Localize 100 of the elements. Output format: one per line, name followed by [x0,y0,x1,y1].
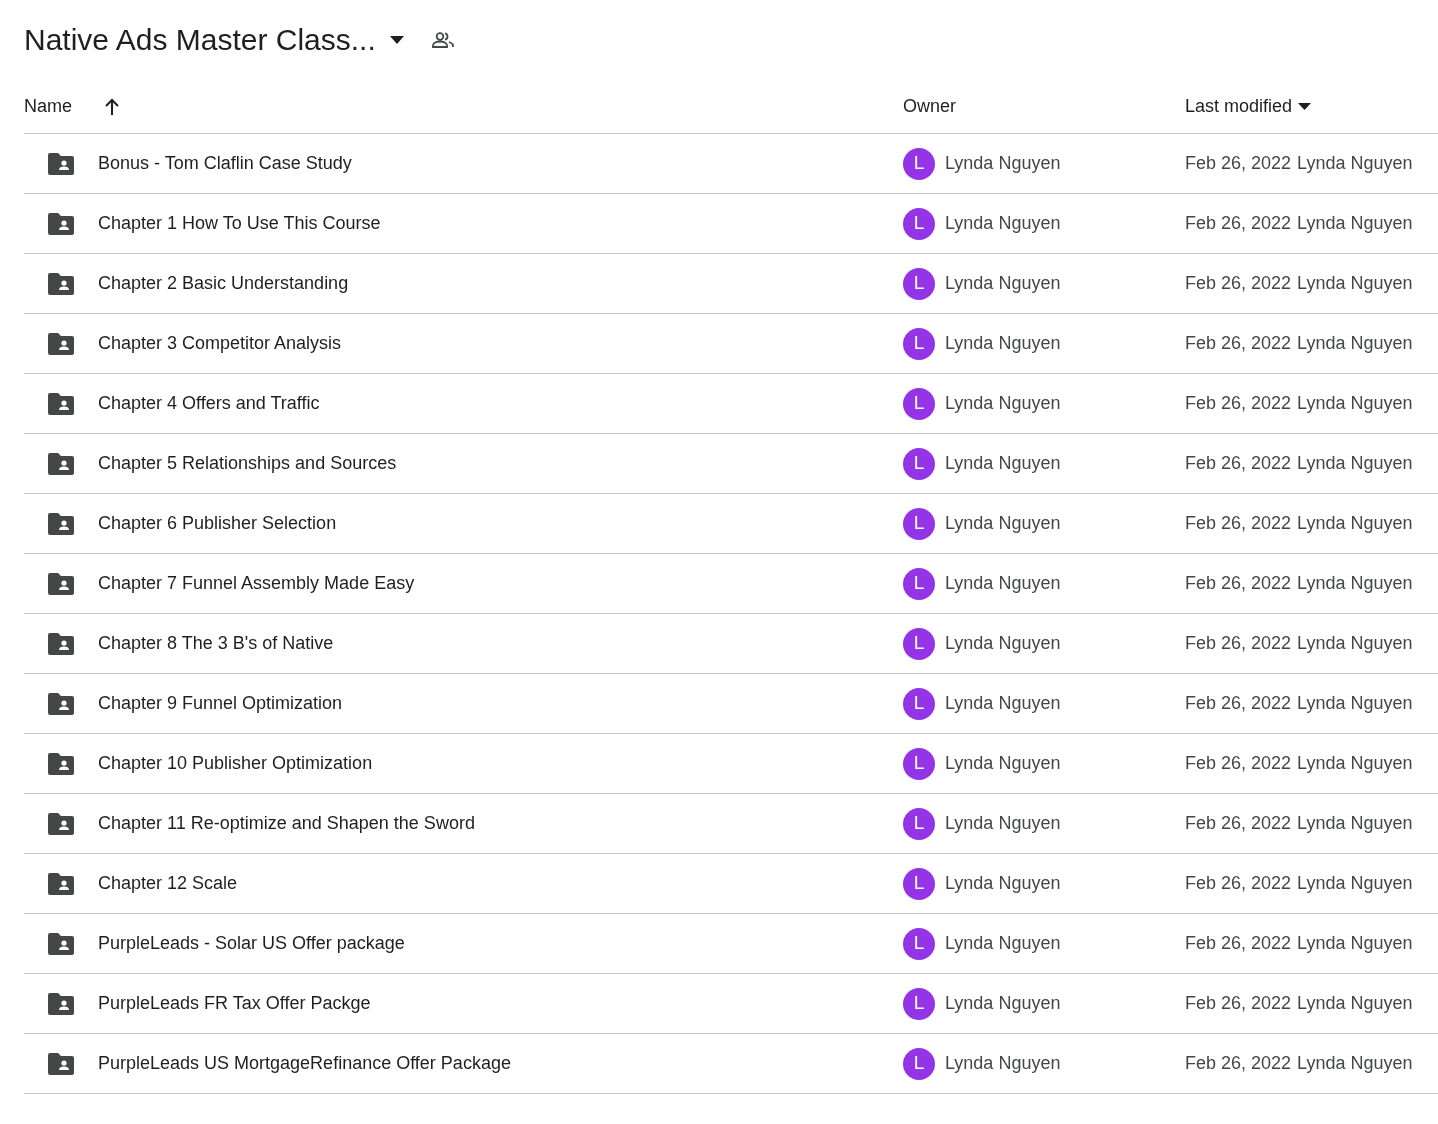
avatar: L [903,1047,935,1080]
modified-by: Lynda Nguyen [1297,752,1413,775]
modified-date: Feb 26, 2022 [1185,332,1292,355]
modified-date: Feb 26, 2022 [1185,452,1292,475]
avatar: L [903,927,935,960]
folder-name[interactable]: Chapter 6 Publisher Selection [98,510,337,537]
modified-by: Lynda Nguyen [1297,1052,1413,1075]
column-header[interactable]: Owner [903,93,956,120]
avatar: L [903,147,935,180]
avatar: L [903,747,935,780]
shared-folder-icon [48,932,74,955]
owner-name: Lynda Nguyen [945,872,1061,895]
column-header[interactable]: Last modified [1185,93,1293,120]
modified-by: Lynda Nguyen [1297,392,1413,415]
avatar: L [903,267,935,300]
folder-name[interactable]: Chapter 11 Re-optimize and Shapen the Sword [98,810,475,837]
modified-by: Lynda Nguyen [1297,512,1413,535]
owner-name: Lynda Nguyen [945,632,1061,655]
folder-title: Native Ads Master Class... [24,22,376,58]
avatar: L [903,327,935,360]
modified-by: Lynda Nguyen [1297,932,1413,955]
shared-folder-icon [48,392,74,415]
modified-date: Feb 26, 2022 [1185,152,1292,175]
owner-name: Lynda Nguyen [945,692,1061,715]
folder-name[interactable]: Bonus - Tom Claflin Case Study [98,150,352,177]
modified-date: Feb 26, 2022 [1185,632,1292,655]
avatar: L [903,207,935,240]
folder-name[interactable]: Chapter 4 Offers and Traffic [98,390,320,417]
folder-name[interactable]: Chapter 12 Scale [98,870,238,897]
owner-name: Lynda Nguyen [945,1052,1061,1075]
modified-by: Lynda Nguyen [1297,812,1413,835]
modified-by: Lynda Nguyen [1297,692,1413,715]
folder-name[interactable]: Chapter 9 Funnel Optimization [98,690,343,717]
modified-date: Feb 26, 2022 [1185,1052,1292,1075]
caret-icon[interactable] [1298,103,1312,110]
share-button[interactable] [431,32,454,48]
dropdown-button[interactable] [389,36,404,44]
avatar: L [903,627,935,660]
modified-by: Lynda Nguyen [1297,332,1413,355]
modified-by: Lynda Nguyen [1297,152,1413,175]
modified-by: Lynda Nguyen [1297,992,1413,1015]
people-icon [431,32,454,48]
shared-folder-icon [48,992,74,1015]
modified-date: Feb 26, 2022 [1185,872,1292,895]
folder-name[interactable]: Chapter 10 Publisher Optimization [98,750,373,777]
modified-date: Feb 26, 2022 [1185,992,1292,1015]
shared-folder-icon [48,332,74,355]
modified-date: Feb 26, 2022 [1185,572,1292,595]
owner-name: Lynda Nguyen [945,152,1061,175]
modified-by: Lynda Nguyen [1297,272,1413,295]
modified-date: Feb 26, 2022 [1185,692,1292,715]
owner-name: Lynda Nguyen [945,932,1061,955]
shared-folder-icon [48,572,74,595]
shared-folder-icon [48,212,74,235]
folder-name[interactable]: Chapter 8 The 3 B's of Native [98,630,334,657]
shared-folder-icon [48,812,74,835]
avatar: L [903,387,935,420]
avatar: L [903,687,935,720]
avatar: L [903,507,935,540]
shared-folder-icon [48,872,74,895]
modified-date: Feb 26, 2022 [1185,392,1292,415]
owner-name: Lynda Nguyen [945,392,1061,415]
owner-name: Lynda Nguyen [945,452,1061,475]
shared-folder-icon [48,512,74,535]
shared-folder-icon [48,752,74,775]
modified-date: Feb 26, 2022 [1185,812,1292,835]
folder-name[interactable]: PurpleLeads - Solar US Offer package [98,930,405,957]
folder-name[interactable]: PurpleLeads US MortgageRefinance Offer Package [98,1050,511,1077]
modified-date: Feb 26, 2022 [1185,512,1292,535]
shared-folder-icon [48,152,74,175]
owner-name: Lynda Nguyen [945,752,1061,775]
modified-by: Lynda Nguyen [1297,452,1413,475]
modified-by: Lynda Nguyen [1297,632,1413,655]
folder-name[interactable]: Chapter 3 Competitor Analysis [98,330,342,357]
owner-name: Lynda Nguyen [945,272,1061,295]
column-header[interactable]: Name [24,93,72,120]
owner-name: Lynda Nguyen [945,992,1061,1015]
modified-by: Lynda Nguyen [1297,872,1413,895]
caret-icon [389,36,404,44]
owner-name: Lynda Nguyen [945,812,1061,835]
folder-name[interactable]: Chapter 2 Basic Understanding [98,270,349,297]
modified-date: Feb 26, 2022 [1185,272,1292,295]
owner-name: Lynda Nguyen [945,572,1061,595]
folder-name[interactable]: Chapter 7 Funnel Assembly Made Easy [98,570,415,597]
avatar: L [903,567,935,600]
shared-folder-icon [48,272,74,295]
owner-name: Lynda Nguyen [945,512,1061,535]
folder-name[interactable]: Chapter 1 How To Use This Course [98,210,381,237]
modified-by: Lynda Nguyen [1297,212,1413,235]
owner-name: Lynda Nguyen [945,212,1061,235]
avatar: L [903,807,935,840]
shared-folder-icon [48,632,74,655]
avatar: L [903,447,935,480]
folder-name[interactable]: Chapter 5 Relationships and Sources [98,450,397,477]
shared-folder-icon [48,692,74,715]
sort-arrow-icon[interactable] [104,97,120,116]
shared-folder-icon [48,452,74,475]
folder-name[interactable]: PurpleLeads FR Tax Offer Packge [98,990,371,1017]
shared-folder-icon [48,1052,74,1075]
owner-name: Lynda Nguyen [945,332,1061,355]
